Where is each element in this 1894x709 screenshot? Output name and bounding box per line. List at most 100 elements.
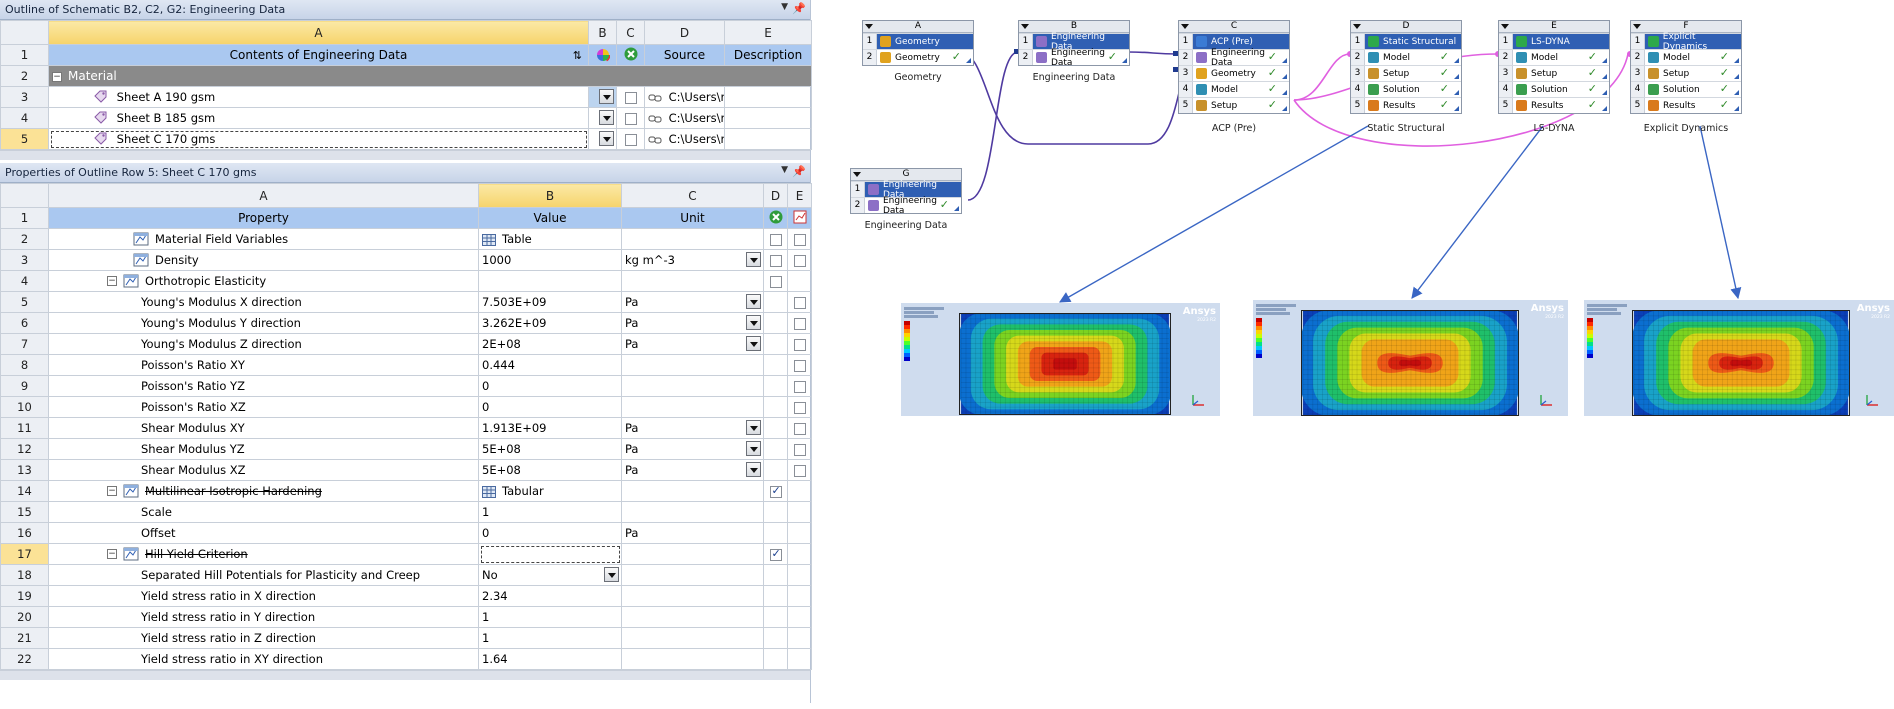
system-letter[interactable]: E <box>1499 21 1609 33</box>
system-cell[interactable]: 1 Geometry <box>863 33 973 49</box>
property-unit-cell[interactable]: Pa <box>621 291 764 313</box>
suppress-checkbox-checked[interactable] <box>769 484 782 498</box>
row-number[interactable]: 11 <box>0 417 49 439</box>
source-cell[interactable]: C:\Users\r <box>644 107 725 129</box>
unit-dropdown-icon[interactable] <box>746 336 761 351</box>
column-header-e[interactable]: E <box>724 20 812 45</box>
column-header-c[interactable]: C <box>621 183 764 208</box>
property-name-cell[interactable]: Poisson's Ratio XY <box>48 354 479 376</box>
suppress-checkbox-cell[interactable] <box>763 270 788 292</box>
dropdown-arrow-icon[interactable] <box>599 110 614 125</box>
description-cell[interactable] <box>724 128 812 150</box>
property-name-cell[interactable]: Scale <box>48 501 479 523</box>
chart-checkbox[interactable] <box>793 401 806 414</box>
property-row[interactable]: 14 − Multilinear Isotropic Hardening Tabula… <box>0 480 812 502</box>
property-name-cell[interactable]: Shear Modulus YZ <box>48 438 479 460</box>
description-cell[interactable] <box>724 107 812 129</box>
property-value-cell[interactable]: 1000 <box>478 249 622 271</box>
row-number[interactable]: 19 <box>0 585 49 607</box>
property-value-cell[interactable]: 3.262E+09 <box>478 312 622 334</box>
property-row[interactable]: 16 Offset 0 Pa <box>0 522 812 544</box>
system-cell[interactable]: 2 Engineering Data ✓ <box>851 196 961 216</box>
material-row-sheet-a[interactable]: 3 Sheet A 190 gsm C:\Users\r <box>0 86 812 108</box>
property-row[interactable]: 7 Young's Modulus Z direction 2E+08 Pa <box>0 333 812 355</box>
property-name-cell[interactable]: Young's Modulus Z direction <box>48 333 479 355</box>
suppress-checkbox-cell[interactable] <box>616 128 645 150</box>
system-cell[interactable]: 3 Setup ✓ <box>1351 65 1461 81</box>
chart-checkbox-cell[interactable] <box>787 417 812 439</box>
property-value-cell[interactable] <box>478 543 622 565</box>
property-name-cell[interactable]: Shear Modulus XZ <box>48 459 479 481</box>
dropdown-arrow-icon[interactable] <box>599 89 614 104</box>
material-row-sheet-b[interactable]: 4 Sheet B 185 gsm C:\Users\r <box>0 107 812 129</box>
property-row[interactable]: 4 − Orthotropic Elasticity <box>0 270 812 292</box>
property-value-cell[interactable]: Table <box>478 228 622 250</box>
source-cell[interactable]: C:\Users\r <box>644 86 725 108</box>
material-dropdown[interactable] <box>588 107 617 129</box>
system-block-a[interactable]: A 1 Geometry 2 Geometry ✓ <box>862 20 974 66</box>
collapse-icon[interactable]: − <box>52 71 62 82</box>
property-unit-cell[interactable]: kg m^-3 <box>621 249 764 271</box>
property-value-cell[interactable]: 2E+08 <box>478 333 622 355</box>
source-cell[interactable]: C:\Users\r <box>644 128 725 150</box>
property-unit-cell[interactable] <box>621 501 764 523</box>
property-row[interactable]: 2 Material Field Variables Table <box>0 228 812 250</box>
collapse-icon[interactable]: − <box>107 549 117 560</box>
chart-checkbox[interactable] <box>793 359 806 372</box>
property-value-cell[interactable]: 0.444 <box>478 354 622 376</box>
system-cell[interactable]: 3 Setup ✓ <box>1631 65 1741 81</box>
suppress-checkbox-cell[interactable] <box>763 522 788 544</box>
suppress-checkbox[interactable] <box>624 112 637 125</box>
chart-checkbox-cell[interactable] <box>787 249 812 271</box>
row-number[interactable]: 7 <box>0 333 49 355</box>
property-name-cell[interactable]: Yield stress ratio in XY direction <box>48 648 479 670</box>
property-value-cell[interactable] <box>478 270 622 292</box>
row-number[interactable]: 5 <box>0 128 49 150</box>
dropdown-arrow-icon[interactable] <box>604 567 619 582</box>
suppress-checkbox-cell[interactable] <box>763 627 788 649</box>
row-number[interactable]: 21 <box>0 627 49 649</box>
panel-menu-icon[interactable]: ▼ <box>781 165 788 175</box>
collapse-icon[interactable]: − <box>107 276 117 287</box>
column-header-b[interactable]: B <box>588 20 617 45</box>
suppress-checkbox[interactable] <box>769 254 782 267</box>
system-letter[interactable]: C <box>1179 21 1289 33</box>
property-name-cell[interactable]: Material Field Variables <box>48 228 479 250</box>
suppress-checkbox[interactable] <box>624 91 637 104</box>
column-header-d[interactable]: D <box>644 20 725 45</box>
material-name-cell[interactable]: Sheet C 170 gms <box>48 128 589 150</box>
row-number[interactable]: 4 <box>0 270 49 292</box>
property-value-cell[interactable]: 1.64 <box>478 648 622 670</box>
suppress-checkbox-cell[interactable] <box>763 312 788 334</box>
column-header-c[interactable]: C <box>616 20 645 45</box>
suppress-checkbox-cell[interactable] <box>763 354 788 376</box>
property-row[interactable]: 6 Young's Modulus Y direction 3.262E+09 Pa <box>0 312 812 334</box>
row-number[interactable]: 8 <box>0 354 49 376</box>
system-cell[interactable]: 5 Setup ✓ <box>1179 97 1289 113</box>
row-number[interactable]: 1 <box>0 44 49 66</box>
system-letter[interactable]: D <box>1351 21 1461 33</box>
property-row[interactable]: 17 − Hill Yield Criterion <box>0 543 812 565</box>
property-unit-cell[interactable]: Pa <box>621 312 764 334</box>
property-unit-cell[interactable] <box>621 270 764 292</box>
property-unit-cell[interactable] <box>621 564 764 586</box>
suppress-checkbox-cell[interactable] <box>763 501 788 523</box>
property-value-cell[interactable]: 7.503E+09 <box>478 291 622 313</box>
suppress-checkbox[interactable] <box>769 275 782 288</box>
system-cell[interactable]: 5 Results ✓ <box>1631 97 1741 113</box>
property-row[interactable]: 8 Poisson's Ratio XY 0.444 <box>0 354 812 376</box>
system-block-d[interactable]: D 1 Static Structural 2 Model ✓ 3 Setup ✓ 4 Soluti… <box>1350 20 1462 114</box>
property-unit-cell[interactable] <box>621 585 764 607</box>
property-unit-cell[interactable] <box>621 480 764 502</box>
chart-checkbox-cell[interactable] <box>787 333 812 355</box>
row-number[interactable]: 3 <box>0 249 49 271</box>
chart-checkbox-cell[interactable] <box>787 270 812 292</box>
property-name-cell[interactable]: Yield stress ratio in Y direction <box>48 606 479 628</box>
property-unit-cell[interactable] <box>621 648 764 670</box>
row-number[interactable]: 2 <box>0 65 49 87</box>
suppress-checkbox-cell[interactable] <box>763 606 788 628</box>
property-value-cell[interactable]: 0 <box>478 396 622 418</box>
system-cell[interactable]: 4 Model ✓ <box>1179 81 1289 97</box>
collapse-icon[interactable]: − <box>107 486 117 497</box>
row-number[interactable]: 12 <box>0 438 49 460</box>
